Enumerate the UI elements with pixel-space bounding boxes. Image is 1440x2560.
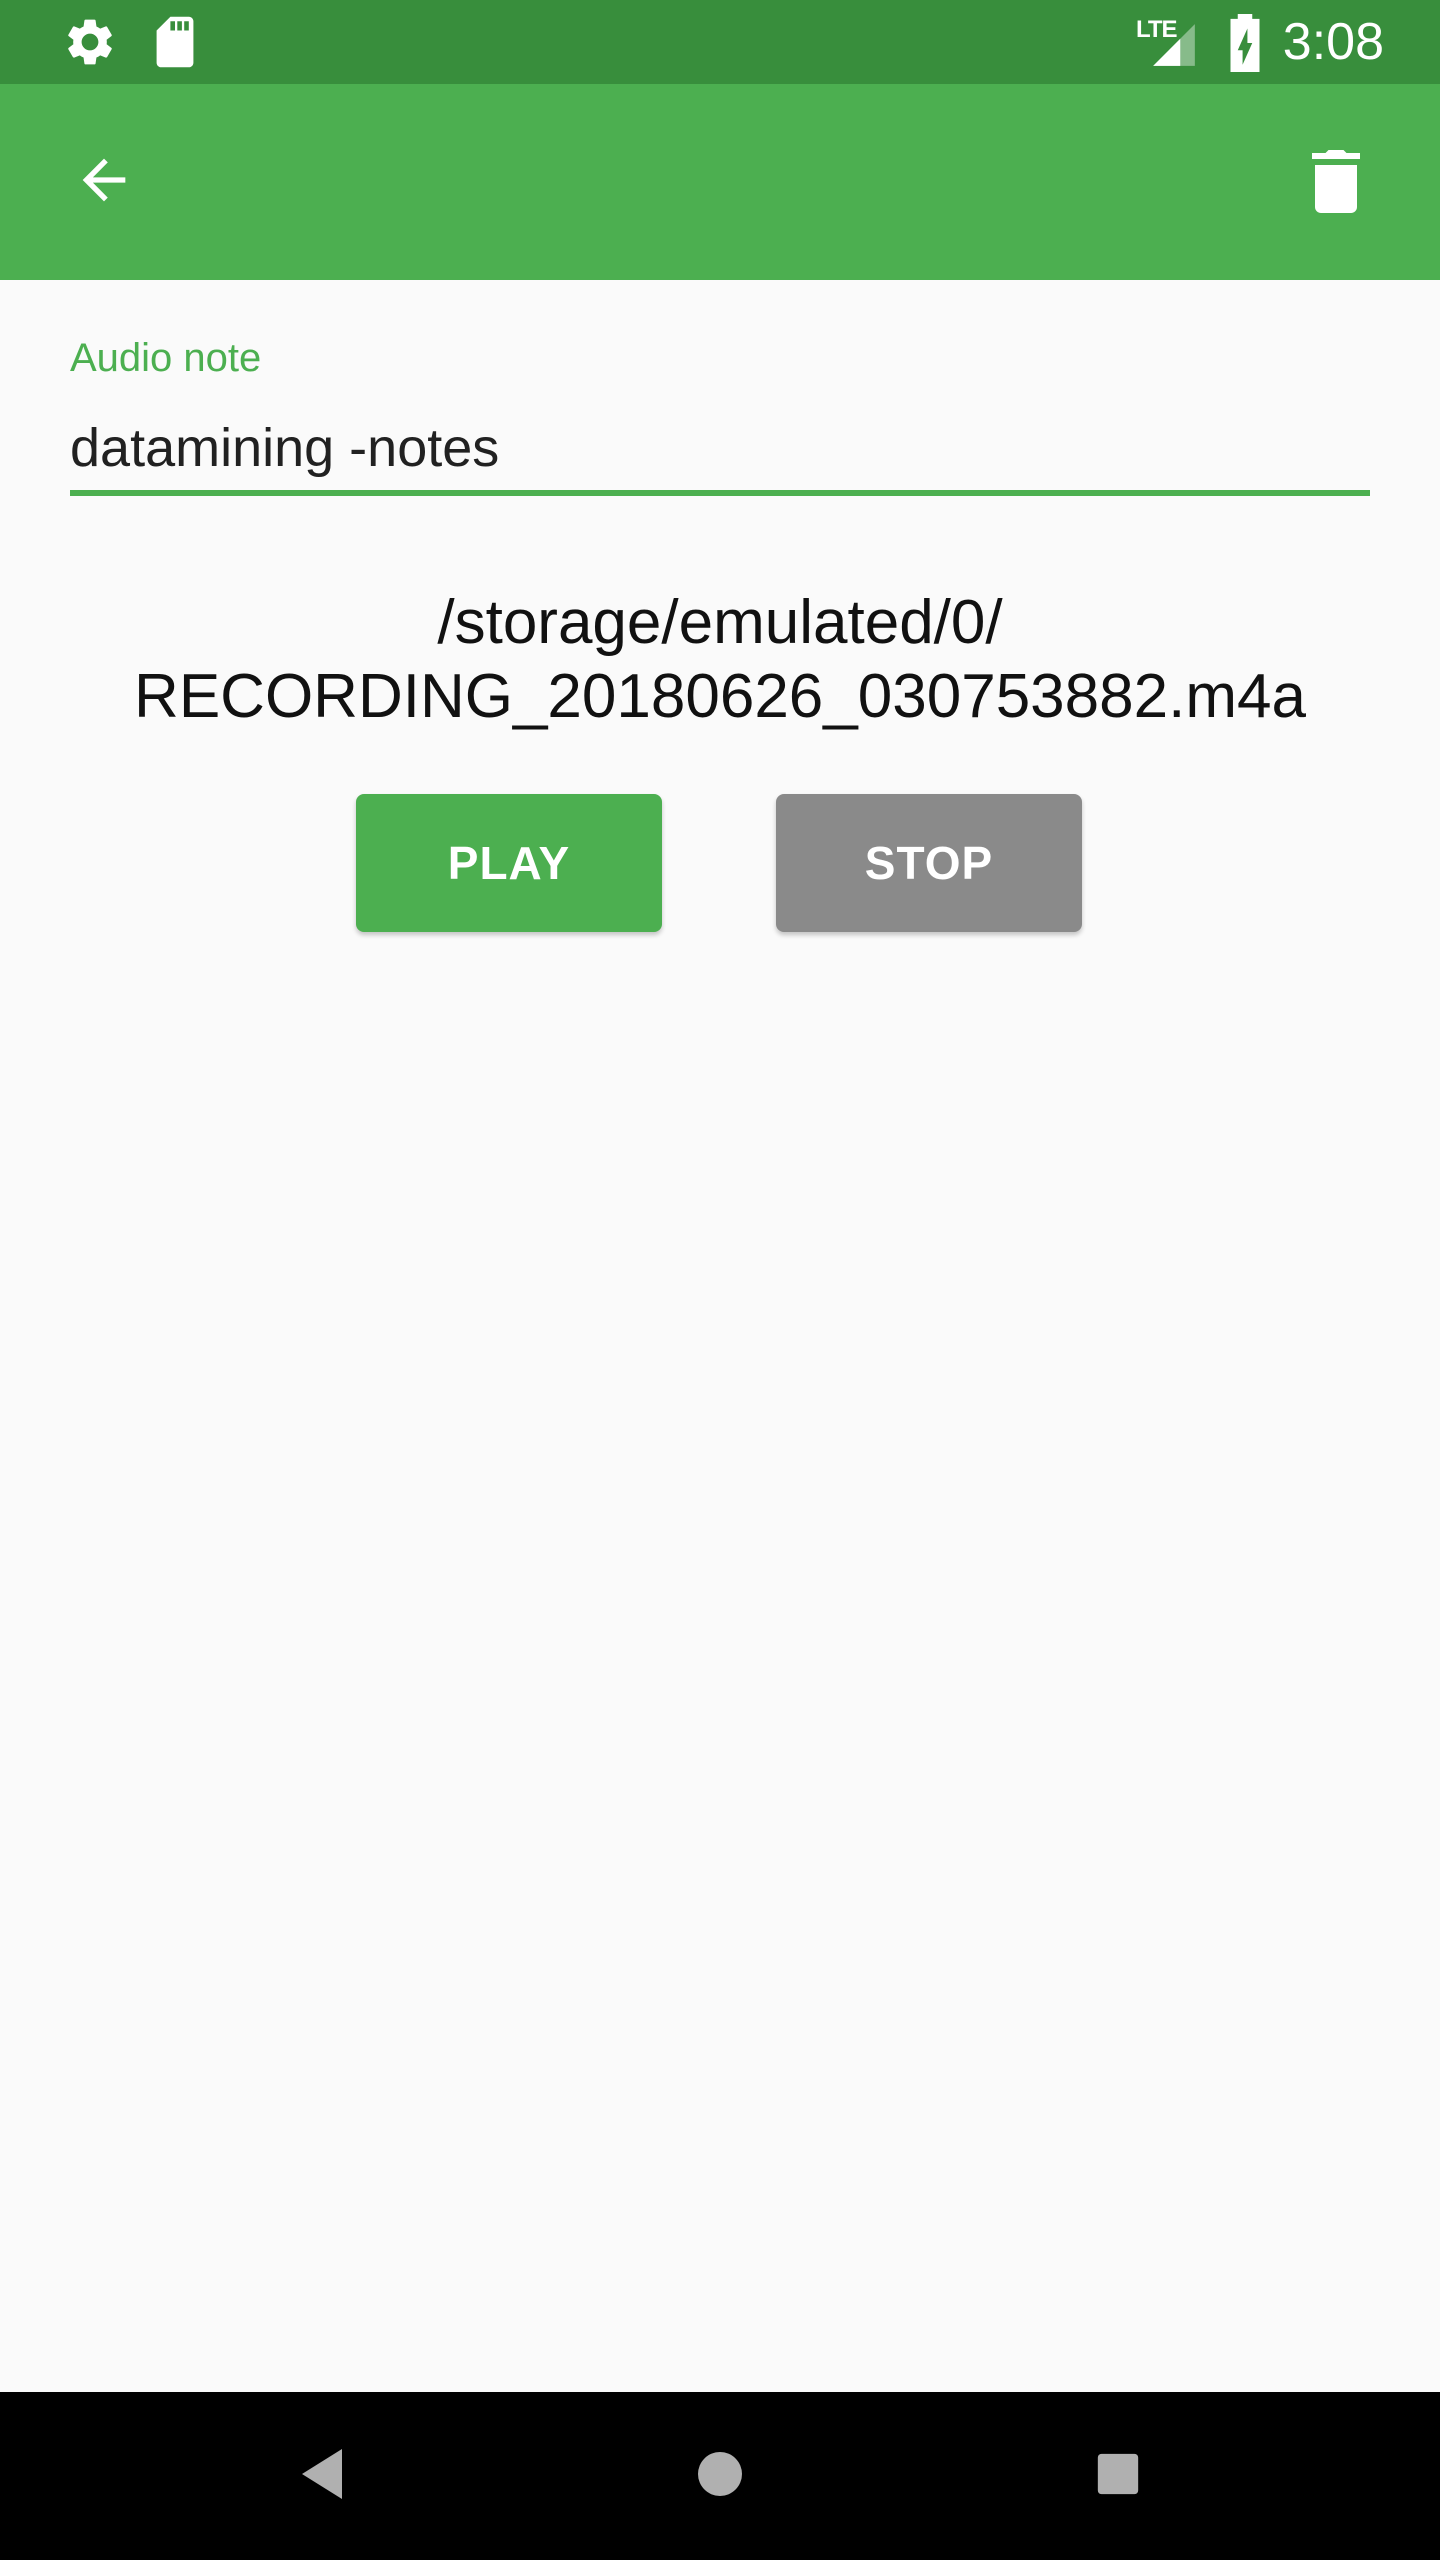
stop-button[interactable]: STOP	[776, 794, 1082, 932]
audio-note-screen: LTE 3:08 Audio note datamining -notes /s…	[0, 0, 1440, 2560]
system-nav-bar	[0, 2392, 1440, 2560]
nav-back-icon	[297, 2446, 347, 2507]
file-path-line-1: /storage/emulated/0/	[437, 588, 1003, 657]
audio-note-input[interactable]	[70, 408, 1370, 488]
arrow-back-icon	[72, 148, 136, 217]
nav-home-icon	[696, 2450, 744, 2503]
app-toolbar	[0, 84, 1440, 280]
battery-charging-icon	[1228, 14, 1262, 77]
delete-button[interactable]	[1284, 130, 1388, 234]
signal-icon	[1148, 20, 1200, 75]
nav-recents-icon	[1096, 2452, 1140, 2501]
sd-card-icon	[152, 14, 198, 75]
trash-icon	[1304, 144, 1368, 221]
file-path-line-2: RECORDING_20180626_030753882.m4a	[134, 662, 1306, 731]
back-button[interactable]	[52, 130, 156, 234]
audio-note-label: Audio note	[70, 336, 262, 380]
play-button[interactable]: PLAY	[356, 794, 662, 932]
nav-recents-button[interactable]	[1068, 2426, 1168, 2526]
status-time: 3:08	[1282, 13, 1384, 71]
settings-icon	[62, 14, 118, 75]
nav-back-button[interactable]	[272, 2426, 372, 2526]
nav-home-button[interactable]	[670, 2426, 770, 2526]
audio-note-underline	[70, 490, 1370, 496]
status-bar: LTE 3:08	[0, 0, 1440, 84]
recording-file-path: /storage/emulated/0/ RECORDING_20180626_…	[0, 586, 1440, 734]
